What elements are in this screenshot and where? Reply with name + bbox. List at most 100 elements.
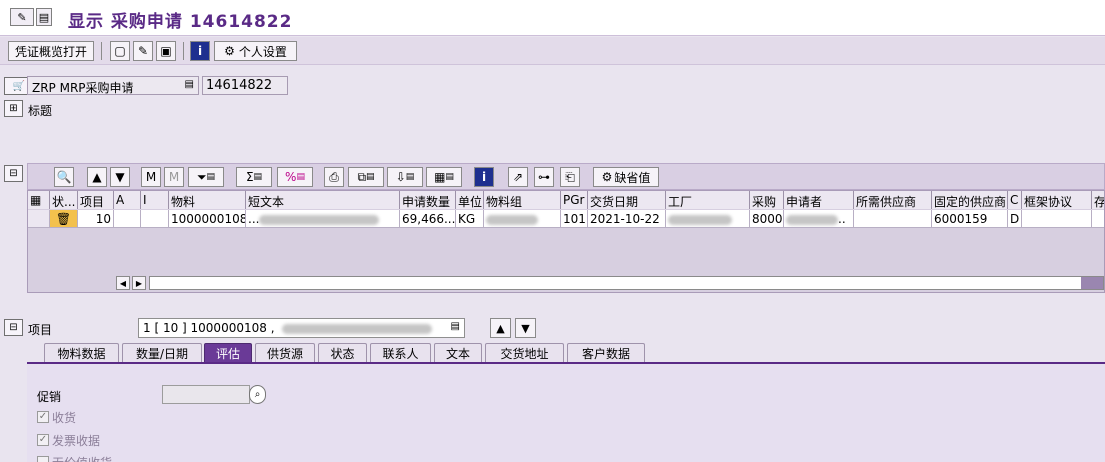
col-delivery-date[interactable]: 交货日期 [588, 191, 666, 209]
promotion-input[interactable] [162, 385, 250, 404]
dropdown-icon[interactable]: ▤ [185, 79, 194, 90]
dropdown-icon[interactable]: ▤ [451, 321, 460, 332]
item-select[interactable]: 1 [ 10 ] 1000000108 , ▤ [138, 318, 465, 338]
goods-receipt-checkbox[interactable]: ✓ [37, 411, 49, 423]
col-unit[interactable]: 单位 [456, 191, 484, 209]
tab-material-data[interactable]: 物料数据 [44, 343, 119, 363]
layout-button[interactable]: ▦ ▤ [426, 167, 462, 187]
subtotal-icon: % [285, 170, 297, 184]
other-object-icon[interactable]: ▤ [36, 8, 52, 26]
cell-delivery-date[interactable]: 2021-10-22 [588, 210, 666, 228]
tab-contact[interactable]: 联系人 [370, 343, 431, 363]
cell-item[interactable]: 10 [78, 210, 114, 228]
default-values-label: 缺省值 [614, 170, 651, 185]
layout-icon: ▦ [434, 170, 446, 184]
col-item[interactable]: 项目 [78, 191, 114, 209]
col-pgr[interactable]: PGr [561, 191, 588, 209]
new-document-icon[interactable]: ▢ [110, 41, 130, 61]
toolbar-separator [101, 42, 102, 60]
col-outline-agreement[interactable]: 框架协议 [1022, 191, 1092, 209]
item-detail-collapse-icon[interactable]: ⊟ [4, 319, 23, 336]
default-values-button[interactable]: ⚙ 缺省值 [593, 167, 659, 187]
details-icon[interactable]: 🔍 [54, 167, 74, 187]
scrollbar-thumb[interactable] [1081, 277, 1103, 289]
personal-settings-button[interactable]: ⚙ 个人设置 [214, 41, 297, 61]
sort-ascending-icon[interactable]: ▲ [87, 167, 107, 187]
display-change-icon[interactable]: ✎ [10, 8, 34, 26]
cell-material[interactable]: 1000000108 [169, 210, 246, 228]
info-icon[interactable]: i [190, 41, 210, 61]
tab-quantity-date[interactable]: 数量/日期 [122, 343, 202, 363]
col-storage[interactable]: 存 [1092, 191, 1104, 209]
col-plant[interactable]: 工厂 [666, 191, 750, 209]
tab-text[interactable]: 文本 [434, 343, 482, 363]
header-expand-icon[interactable]: ⊞ [4, 100, 23, 117]
tab-status[interactable]: 状态 [318, 343, 367, 363]
find-next-icon[interactable]: M [164, 167, 184, 187]
valuation-panel: 促销 ✓ 收货 ✓ 发票收据 无价值收货 [27, 362, 1105, 462]
tab-delivery-address[interactable]: 交货地址 [485, 343, 564, 363]
cell-storage[interactable] [1092, 210, 1104, 228]
col-status[interactable]: 状... [50, 191, 78, 209]
previous-item-icon[interactable]: ▲ [490, 318, 511, 338]
cell-fixed-vendor[interactable]: 6000159 [932, 210, 1008, 228]
item-overview-collapse-icon[interactable]: ⊟ [4, 165, 23, 182]
subtotal-button[interactable]: % ▤ [277, 167, 313, 187]
col-a[interactable]: A [114, 191, 141, 209]
hierarchy-icon[interactable]: ⊶ [534, 167, 554, 187]
display-icon[interactable]: ▣ [156, 41, 176, 61]
cell-plant[interactable] [666, 210, 750, 228]
set-filter-button[interactable]: ⏷ ▤ [188, 167, 224, 187]
next-item-icon[interactable]: ▼ [515, 318, 536, 338]
tab-customer-data[interactable]: 客户数据 [567, 343, 645, 363]
find-icon[interactable]: M [141, 167, 161, 187]
search-help-icon[interactable]: ⌕ [249, 385, 266, 404]
document-number-field[interactable]: 14614822 [202, 76, 288, 95]
col-c[interactable]: C [1008, 191, 1022, 209]
cell-a[interactable] [114, 210, 141, 228]
cell-short-text[interactable]: ... [246, 210, 400, 228]
tab-source-of-supply[interactable]: 供货源 [255, 343, 315, 363]
export-button[interactable]: ⇩ ▤ [387, 167, 423, 187]
cell-material-group[interactable] [484, 210, 561, 228]
info-icon[interactable]: i [474, 167, 494, 187]
cell-requester[interactable]: .. [784, 210, 854, 228]
sum-button[interactable]: Σ ▤ [236, 167, 272, 187]
col-material[interactable]: 物料 [169, 191, 246, 209]
col-fixed-vendor[interactable]: 固定的供应商 [932, 191, 1008, 209]
cell-purchasing[interactable]: 8000 [750, 210, 784, 228]
col-short-text[interactable]: 短文本 [246, 191, 400, 209]
horizontal-scrollbar[interactable] [149, 276, 1104, 290]
views-button[interactable]: ⧉ ▤ [348, 167, 384, 187]
col-purchasing[interactable]: 采购 [750, 191, 784, 209]
tab-valuation[interactable]: 评估 [204, 343, 252, 363]
cell-quantity[interactable]: 69,466... [400, 210, 456, 228]
voucher-overview-button[interactable]: 凭证概览打开 [8, 41, 94, 61]
col-requester[interactable]: 申请者 [784, 191, 854, 209]
clipboard-icon[interactable]: ⎗ [560, 167, 580, 187]
scroll-right-icon[interactable]: ▶ [132, 276, 146, 290]
toolbar-separator [183, 42, 184, 60]
cell-outline-agreement[interactable] [1022, 210, 1092, 228]
col-material-group[interactable]: 物料组 [484, 191, 561, 209]
col-quantity[interactable]: 申请数量 [400, 191, 456, 209]
edit-icon[interactable]: ✎ [133, 41, 153, 61]
row-selector[interactable] [28, 210, 50, 228]
cell-desired-vendor[interactable] [854, 210, 932, 228]
no-value-receipt-checkbox[interactable] [37, 456, 49, 462]
cell-i[interactable] [141, 210, 169, 228]
cell-c[interactable]: D [1008, 210, 1022, 228]
cell-pgr[interactable]: 101 [561, 210, 588, 228]
col-i[interactable]: I [141, 191, 169, 209]
document-type-select[interactable]: ZRP MRP采购申请 ▤ [27, 76, 199, 95]
col-desired-vendor[interactable]: 所需供应商 [854, 191, 932, 209]
cell-unit[interactable]: KG [456, 210, 484, 228]
select-all-icon[interactable]: ▦ [28, 191, 50, 209]
trash-icon[interactable]: 🗑 [50, 210, 78, 228]
scroll-left-icon[interactable]: ◀ [116, 276, 130, 290]
goods-receipt-label: 收货 [52, 411, 77, 425]
invoice-receipt-checkbox[interactable]: ✓ [37, 434, 49, 446]
print-icon[interactable]: ⎙ [324, 167, 344, 187]
copy-icon[interactable]: ⇗ [508, 167, 528, 187]
filter-icon[interactable]: ▼ [110, 167, 130, 187]
